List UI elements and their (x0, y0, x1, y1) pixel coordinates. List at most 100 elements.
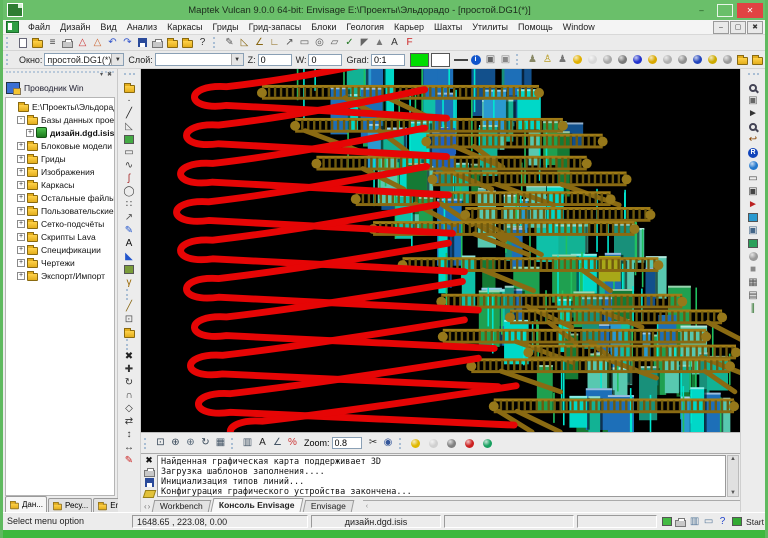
attribute-edit-icon[interactable]: ▲ (372, 36, 387, 50)
flip-object-icon[interactable]: ⇄ (122, 415, 137, 428)
gamma-tool-icon[interactable]: γ (122, 276, 137, 289)
archive-icon[interactable] (165, 36, 180, 50)
pick-tool-icon[interactable]: ► (746, 107, 761, 120)
menu-Утилиты[interactable]: Утилиты (467, 22, 513, 32)
pair-gray-icon[interactable] (675, 53, 690, 67)
strike-dip-icon[interactable]: % (285, 436, 300, 450)
menu-Блоки[interactable]: Блоки (306, 22, 341, 32)
tree-item[interactable]: + Сетко-подсчёты (6, 217, 114, 230)
tree-expander-icon[interactable]: + (26, 128, 34, 137)
layer-window-icon[interactable]: ▣ (483, 53, 498, 67)
print-setup-icon[interactable] (60, 36, 75, 50)
new-layer-icon[interactable] (122, 81, 137, 94)
zoom-select-icon[interactable] (746, 120, 761, 133)
grid-view-icon[interactable]: ▦ (746, 276, 761, 289)
lamp-green-icon[interactable] (480, 436, 495, 450)
tree-item[interactable]: + Экспорт/Импорт (6, 269, 114, 282)
select-box-icon[interactable]: ▭ (297, 36, 312, 50)
grid-plane-icon[interactable]: ▤ (746, 289, 761, 302)
cyl-gray-icon[interactable] (720, 53, 735, 67)
folder-cyl-icon[interactable] (735, 53, 750, 67)
layer-combo[interactable]: ▼ (154, 53, 244, 66)
close-console-icon[interactable]: ✖ (142, 455, 156, 466)
tree-item[interactable]: + дизайн.dgd.isis (6, 126, 114, 139)
select-region-icon[interactable]: ⊡ (153, 436, 168, 450)
view-previous-icon[interactable]: ↩ (746, 133, 761, 146)
flag-tool-icon[interactable]: F (402, 36, 417, 50)
delta-open-icon[interactable]: △ (75, 36, 90, 50)
redraw-icon[interactable]: ► (746, 198, 761, 211)
select-circle-icon[interactable]: ◎ (312, 36, 327, 50)
menu-Файл[interactable]: Файл (23, 22, 55, 32)
image-tool-icon[interactable] (122, 133, 137, 146)
rotate-view-icon[interactable]: ↻ (198, 436, 213, 450)
text-tool-icon[interactable]: A (387, 36, 402, 50)
ball-dark-icon[interactable] (615, 53, 630, 67)
edit-extent-icon[interactable]: ⊡ (122, 313, 137, 326)
help-icon[interactable]: ? (195, 36, 210, 50)
edit-segment-icon[interactable]: ╱ (122, 300, 137, 313)
tree-expander-icon[interactable]: + (17, 232, 25, 241)
tree-expander-icon[interactable]: + (17, 193, 25, 202)
hscroll-arrow-icon[interactable]: ‹ (366, 503, 368, 510)
move-object-icon[interactable]: ✚ (122, 363, 137, 376)
angle-measure-icon[interactable]: ∠ (270, 436, 285, 450)
grad-input[interactable] (371, 53, 405, 66)
close-button[interactable]: ✕ (737, 2, 763, 18)
digitise-icon[interactable]: ✎ (222, 36, 237, 50)
file-list-icon[interactable]: ≡ (45, 36, 60, 50)
pen-red-icon[interactable]: ✎ (122, 454, 137, 467)
minimize-button[interactable]: – (692, 3, 711, 18)
clear-console-icon[interactable] (142, 488, 156, 499)
rectangle-tool-icon[interactable]: ▭ (122, 146, 137, 159)
explorer-tab-Ресу[interactable]: Ресу... (47, 498, 93, 512)
scroll-up-icon[interactable]: ▲ (730, 456, 736, 462)
tree-expander-icon[interactable]: + (17, 206, 25, 215)
help-book-icon[interactable]: ? (716, 515, 729, 529)
cube-icon[interactable]: ■ (746, 263, 761, 276)
start-button[interactable]: Start (746, 517, 765, 527)
ball-white-icon[interactable] (585, 53, 600, 67)
arc-edit-icon[interactable]: ∩ (122, 389, 137, 402)
viewport-3d[interactable] (141, 69, 740, 432)
open-file-icon[interactable] (30, 36, 45, 50)
center-view-icon[interactable]: ⊕ (183, 436, 198, 450)
pair-blue-icon[interactable] (690, 53, 705, 67)
tree-expander-icon[interactable]: + (17, 271, 25, 280)
tree-item[interactable]: + Чертежи (6, 256, 114, 269)
marker-a-icon[interactable]: ♟ (525, 53, 540, 67)
console-hscrollbar[interactable]: ‹ (362, 500, 740, 512)
save-console-icon[interactable] (142, 477, 156, 488)
rotate-object-icon[interactable]: ↻ (122, 376, 137, 389)
toolbar-gripper2[interactable] (6, 54, 11, 65)
maximize-button[interactable] (717, 3, 733, 17)
console-tab-Консоль-Envisage[interactable]: Консоль Envisage (210, 498, 304, 512)
menu-Геология[interactable]: Геология (341, 22, 389, 32)
polyline-tool-icon[interactable]: ◺ (122, 120, 137, 133)
triangle-solid-icon[interactable]: ◤ (357, 36, 372, 50)
tree-item[interactable]: - Базы данных проекта (6, 113, 114, 126)
info-icon[interactable]: i (468, 53, 483, 67)
tree-item[interactable]: + Скрипты Lava (6, 230, 114, 243)
tab-scroll-right-icon[interactable]: › (148, 502, 151, 511)
print-icon[interactable] (150, 36, 165, 50)
marker-b-icon[interactable]: ♙ (540, 53, 555, 67)
ball-blue-icon[interactable] (630, 53, 645, 67)
ball-yellow-icon[interactable] (570, 53, 585, 67)
query-object-icon[interactable]: ✓ (342, 36, 357, 50)
edit-status-icon[interactable] (660, 515, 673, 529)
window-combo[interactable]: простой.DG1(*) ▼ (44, 53, 125, 66)
tree-expander-icon[interactable]: + (17, 245, 25, 254)
pan-view-icon[interactable]: ⊕ (168, 436, 183, 450)
menu-Анализ[interactable]: Анализ (122, 22, 162, 32)
point-grid-icon[interactable]: ∷ (122, 198, 137, 211)
zoom-tool-icon[interactable] (746, 81, 761, 94)
menu-Гриды[interactable]: Гриды (207, 22, 243, 32)
scissors-icon[interactable]: ✂ (366, 436, 381, 450)
lamp-yellow-icon[interactable] (408, 436, 423, 450)
cyl-yellow-icon[interactable] (705, 53, 720, 67)
panel-collapse-icon[interactable]: ▾ (98, 72, 105, 80)
secondary-color-swatch[interactable] (431, 52, 450, 67)
line-style-icon[interactable] (453, 53, 468, 67)
snapshot-icon[interactable]: ◉ (381, 436, 396, 450)
